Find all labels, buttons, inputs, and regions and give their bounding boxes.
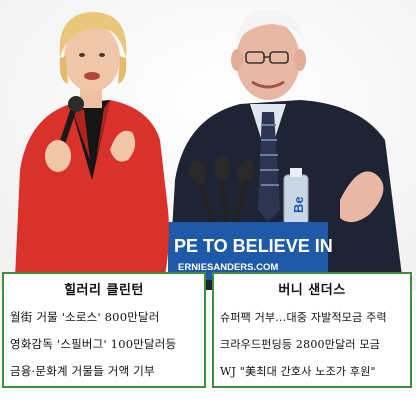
sanders-caption-box: 버니 샌더스 슈퍼팩 거부…대중 자발적모금 주력 크라우드펀딩등 2800만달…	[212, 272, 412, 388]
candidates-photo: Be PE TO BELIEVE IN ERNIESANDERS.COM	[0, 0, 416, 290]
sanders-name: 버니 샌더스	[278, 283, 346, 298]
clinton-line-1: 월街 거물 '소로스' 800만달러	[10, 310, 160, 324]
news-photo: Be PE TO BELIEVE IN ERNIESANDERS.COM	[0, 0, 416, 290]
bottle-label: Be	[291, 196, 306, 213]
clinton-line-3: 금융·문화계 거물들 거액 기부	[10, 364, 155, 378]
clinton-line-2: 영화감독 '스필버그' 100만달러등	[10, 337, 177, 351]
clinton-name: 힐러리 클린턴	[64, 283, 144, 298]
sanders-line-1: 슈퍼팩 거부…대중 자발적모금 주력	[220, 311, 387, 324]
sanders-line-3: WJ "美최대 간호사 노조가 후원"	[220, 365, 376, 378]
podium-slogan: PE TO BELIEVE IN	[174, 236, 333, 256]
sanders-line-2: 크라우드펀딩등 2800만달러 모금	[220, 338, 381, 351]
clinton-caption-box: 힐러리 클린턴 월街 거물 '소로스' 800만달러 영화감독 '스필버그' 1…	[2, 272, 206, 388]
water-bottle: Be	[283, 168, 309, 226]
